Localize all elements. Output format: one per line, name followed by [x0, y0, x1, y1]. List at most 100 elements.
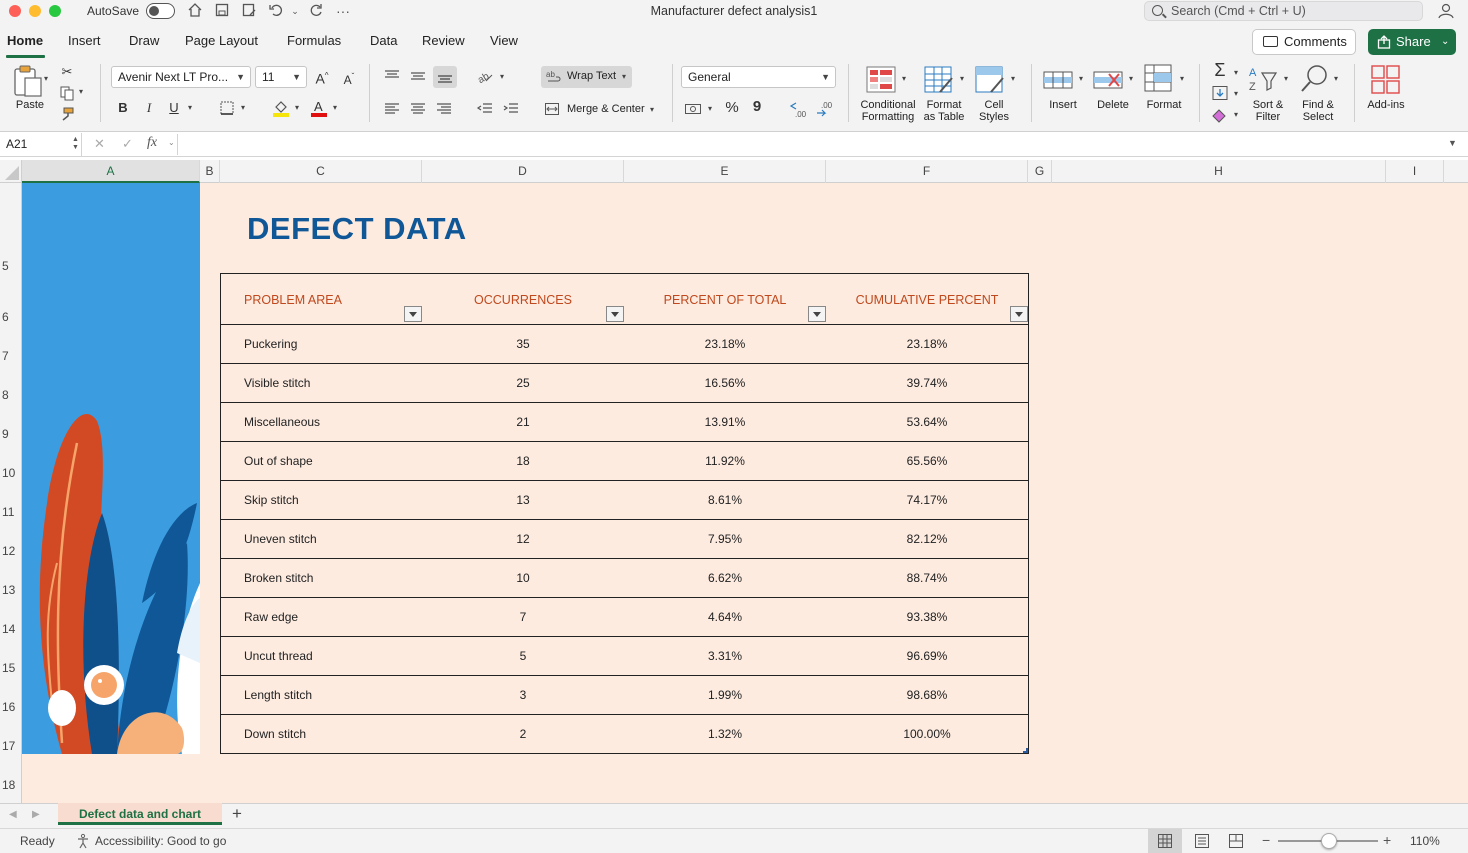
- borders-icon[interactable]: [219, 100, 235, 116]
- paste-icon[interactable]: [12, 64, 44, 98]
- expand-formula-bar-icon[interactable]: ▼: [1448, 138, 1457, 148]
- cell-problem-area[interactable]: Length stitch: [244, 688, 312, 702]
- tab-view[interactable]: View: [490, 33, 518, 48]
- cell-percent-of-total[interactable]: 11.92%: [675, 454, 775, 468]
- comments-button[interactable]: Comments: [1252, 29, 1356, 55]
- cell-problem-area[interactable]: Uncut thread: [244, 649, 313, 663]
- row-header[interactable]: 8: [0, 388, 22, 402]
- insert-dropdown-icon[interactable]: ▾: [1079, 74, 1083, 83]
- autosum-icon[interactable]: Σ: [1210, 61, 1230, 79]
- cell-percent-of-total[interactable]: 4.64%: [675, 610, 775, 624]
- filter-dropdown-button[interactable]: [404, 306, 422, 322]
- sheet-tab-defect-data[interactable]: Defect data and chart: [58, 803, 222, 825]
- column-header-f[interactable]: F: [826, 160, 1028, 183]
- row-header[interactable]: 7: [0, 349, 22, 363]
- align-left-icon[interactable]: [383, 101, 401, 117]
- formula-input[interactable]: [177, 134, 1443, 155]
- cell-cumulative-percent[interactable]: 100.00%: [877, 727, 977, 741]
- add-sheet-icon[interactable]: +: [232, 804, 242, 824]
- row-header[interactable]: 14: [0, 622, 22, 636]
- accessibility-status[interactable]: Accessibility: Good to go: [95, 834, 226, 848]
- filter-dropdown-button[interactable]: [808, 306, 826, 322]
- cell-problem-area[interactable]: Visible stitch: [244, 376, 310, 390]
- account-icon[interactable]: [1437, 2, 1455, 20]
- font-size-select[interactable]: 11 ▼: [255, 66, 307, 88]
- delete-cells-icon[interactable]: [1093, 66, 1125, 94]
- italic-button[interactable]: I: [142, 100, 156, 116]
- increase-font-size-icon[interactable]: A^: [313, 68, 331, 87]
- cell-occurrences[interactable]: 25: [473, 376, 573, 390]
- zoom-in-button[interactable]: +: [1383, 832, 1391, 848]
- decrease-font-size-icon[interactable]: Aˇ: [340, 69, 358, 88]
- tab-draw[interactable]: Draw: [129, 33, 159, 48]
- autosum-dropdown-icon[interactable]: ▾: [1234, 68, 1238, 77]
- row-header[interactable]: 15: [0, 661, 22, 675]
- select-all-button[interactable]: [0, 160, 22, 183]
- orientation-dropdown-icon[interactable]: ▾: [500, 72, 504, 81]
- row-header[interactable]: 13: [0, 583, 22, 597]
- row-header[interactable]: 11: [0, 505, 22, 519]
- column-header-g[interactable]: G: [1028, 160, 1052, 183]
- font-color-icon[interactable]: A: [310, 99, 328, 117]
- wrap-text-button[interactable]: ab Wrap Text ▾: [541, 66, 632, 88]
- cell-cumulative-percent[interactable]: 82.12%: [877, 532, 977, 546]
- comma-style-button[interactable]: 9: [750, 99, 764, 115]
- format-cells-icon[interactable]: [1144, 64, 1174, 94]
- previous-sheet-icon[interactable]: ◀: [9, 809, 17, 820]
- format-as-table-icon[interactable]: [924, 66, 956, 94]
- sort-filter-dropdown-icon[interactable]: ▾: [1284, 74, 1288, 83]
- cell-problem-area[interactable]: Puckering: [244, 337, 297, 351]
- add-ins-icon[interactable]: [1370, 64, 1402, 96]
- cell-problem-area[interactable]: Uneven stitch: [244, 532, 317, 546]
- column-header-c[interactable]: C: [220, 160, 422, 183]
- number-format-select[interactable]: General ▼: [681, 66, 836, 88]
- find-select-icon[interactable]: [1300, 64, 1330, 94]
- find-select-dropdown-icon[interactable]: ▾: [1334, 74, 1338, 83]
- search-input[interactable]: Search (Cmd + Ctrl + U): [1144, 1, 1423, 21]
- tab-formulas[interactable]: Formulas: [287, 33, 341, 48]
- align-center-icon[interactable]: [409, 101, 427, 117]
- cell-occurrences[interactable]: 3: [473, 688, 573, 702]
- zoom-level[interactable]: 110%: [1410, 834, 1440, 848]
- cell-occurrences[interactable]: 13: [473, 493, 573, 507]
- cell-occurrences[interactable]: 35: [473, 337, 573, 351]
- underline-button[interactable]: U: [167, 100, 181, 116]
- insert-cells-icon[interactable]: [1043, 66, 1075, 94]
- cell-problem-area[interactable]: Miscellaneous: [244, 415, 320, 429]
- row-header[interactable]: 18: [0, 778, 22, 792]
- normal-view-button[interactable]: [1148, 829, 1182, 853]
- fill-color-icon[interactable]: [272, 99, 290, 117]
- align-bottom-icon[interactable]: [433, 66, 457, 88]
- cell-occurrences[interactable]: 12: [473, 532, 573, 546]
- underline-dropdown-icon[interactable]: ▾: [188, 103, 192, 112]
- row-header[interactable]: 10: [0, 466, 22, 480]
- cancel-entry-icon[interactable]: ✕: [94, 136, 105, 152]
- font-name-select[interactable]: Avenir Next LT Pro... ▼: [111, 66, 251, 88]
- function-dropdown-icon[interactable]: ⌄: [168, 138, 175, 147]
- decrease-indent-icon[interactable]: [476, 101, 494, 117]
- zoom-slider-thumb[interactable]: [1321, 833, 1337, 849]
- fill-dropdown-icon[interactable]: ▾: [1234, 89, 1238, 98]
- tab-review[interactable]: Review: [422, 33, 465, 48]
- row-header[interactable]: 17: [0, 739, 22, 753]
- cell-problem-area[interactable]: Out of shape: [244, 454, 313, 468]
- cell-cumulative-percent[interactable]: 53.64%: [877, 415, 977, 429]
- borders-dropdown-icon[interactable]: ▾: [241, 103, 245, 112]
- cell-cumulative-percent[interactable]: 65.56%: [877, 454, 977, 468]
- clear-icon[interactable]: [1211, 107, 1229, 123]
- row-header[interactable]: 6: [0, 310, 22, 324]
- cell-percent-of-total[interactable]: 23.18%: [675, 337, 775, 351]
- next-sheet-icon[interactable]: ▶: [32, 809, 40, 820]
- conditional-formatting-icon[interactable]: [866, 66, 898, 94]
- cell-percent-of-total[interactable]: 13.91%: [675, 415, 775, 429]
- increase-indent-icon[interactable]: [502, 101, 520, 117]
- table-resize-handle[interactable]: [1023, 748, 1028, 753]
- row-header[interactable]: 16: [0, 700, 22, 714]
- format-painter-icon[interactable]: [59, 106, 75, 122]
- cell-cumulative-percent[interactable]: 23.18%: [877, 337, 977, 351]
- tab-insert[interactable]: Insert: [68, 33, 101, 48]
- orientation-icon[interactable]: ab: [476, 67, 494, 86]
- share-button[interactable]: Share ⌄: [1368, 29, 1456, 55]
- cell-percent-of-total[interactable]: 1.99%: [675, 688, 775, 702]
- decrease-decimal-icon[interactable]: .00: [815, 99, 835, 119]
